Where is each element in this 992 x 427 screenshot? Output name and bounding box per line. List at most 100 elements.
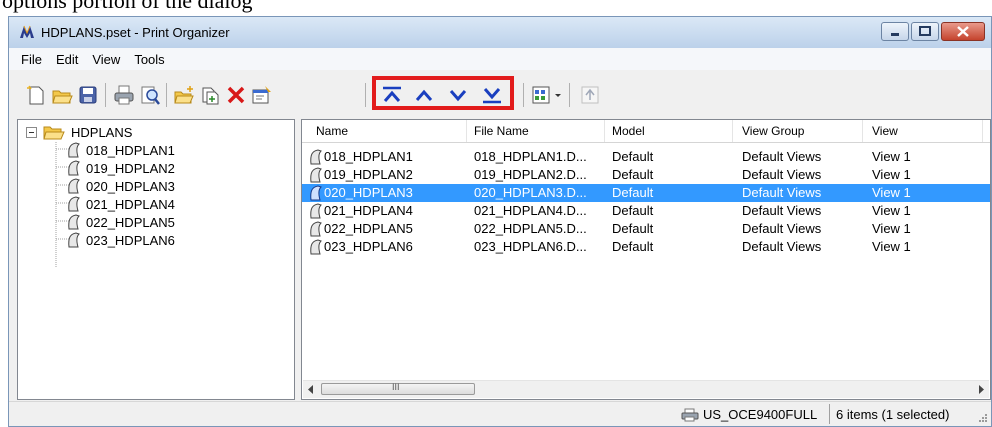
menu-view[interactable]: View bbox=[92, 52, 120, 67]
close-button[interactable] bbox=[941, 22, 985, 41]
sheet-icon bbox=[68, 160, 80, 176]
print-icon[interactable] bbox=[113, 84, 135, 106]
save-icon[interactable] bbox=[77, 84, 99, 106]
printer-name: US_OCE9400FULL bbox=[703, 407, 818, 422]
toolbar bbox=[9, 71, 991, 117]
cell-file-name: 018_HDPLAN1.D... bbox=[474, 149, 587, 164]
column-header-model[interactable]: Model bbox=[612, 124, 645, 138]
scroll-left-icon[interactable] bbox=[307, 385, 315, 394]
chevron-down-icon[interactable] bbox=[553, 84, 563, 106]
table-row[interactable]: 019_HDPLAN2 019_HDPLAN2.D... Default Def… bbox=[302, 166, 990, 184]
sheet-icon bbox=[68, 142, 80, 158]
column-header-name[interactable]: Name bbox=[316, 124, 348, 138]
minimize-icon bbox=[891, 33, 899, 36]
status-bar: US_OCE9400FULL 6 items (1 selected) bbox=[9, 401, 991, 426]
list-header: Name File Name Model View Group View bbox=[302, 120, 990, 143]
print-organizer-window: HDPLANS.pset - Print Organizer File Edit… bbox=[8, 16, 992, 427]
menu-edit[interactable]: Edit bbox=[56, 52, 78, 67]
table-row[interactable]: 022_HDPLAN5 022_HDPLAN5.D... Default Def… bbox=[302, 220, 990, 238]
cell-view: View 1 bbox=[872, 185, 911, 200]
cell-model: Default bbox=[612, 221, 654, 236]
cell-file-name: 021_HDPLAN4.D... bbox=[474, 203, 587, 218]
table-row[interactable]: 018_HDPLAN1 018_HDPLAN1.D... Default Def… bbox=[302, 148, 990, 166]
add-file-icon[interactable] bbox=[199, 84, 221, 106]
menu-tools[interactable]: Tools bbox=[134, 52, 164, 67]
view-mode-icon[interactable] bbox=[531, 84, 553, 106]
table-row[interactable]: 021_HDPLAN4 021_HDPLAN4.D... Default Def… bbox=[302, 202, 990, 220]
sheet-icon bbox=[310, 185, 322, 201]
cell-view: View 1 bbox=[872, 239, 911, 254]
up-level-icon[interactable] bbox=[579, 84, 601, 106]
list-pane: Name File Name Model View Group View 018… bbox=[301, 119, 991, 400]
delete-icon[interactable] bbox=[225, 84, 247, 106]
minimize-button[interactable] bbox=[881, 22, 909, 41]
caption-text: options portion of the dialog bbox=[2, 0, 253, 13]
item-count: 6 items (1 selected) bbox=[836, 407, 950, 422]
sheet-icon bbox=[310, 221, 322, 237]
horizontal-scrollbar[interactable]: III bbox=[303, 380, 989, 398]
menu-bar: File Edit View Tools bbox=[9, 48, 991, 70]
cell-model: Default bbox=[612, 203, 654, 218]
add-folder-icon[interactable] bbox=[173, 84, 195, 106]
cell-name: 018_HDPLAN1 bbox=[324, 149, 413, 164]
tree-item[interactable]: 023_HDPLAN6 bbox=[66, 231, 175, 249]
sheet-icon bbox=[310, 203, 322, 219]
maximize-button[interactable] bbox=[911, 22, 939, 41]
menu-file[interactable]: File bbox=[21, 52, 42, 67]
printer-icon bbox=[681, 408, 699, 421]
cell-model: Default bbox=[612, 239, 654, 254]
tree-item[interactable]: 022_HDPLAN5 bbox=[66, 213, 175, 231]
scroll-right-icon[interactable] bbox=[977, 385, 985, 394]
cell-name: 021_HDPLAN4 bbox=[324, 203, 413, 218]
sheet-icon bbox=[68, 178, 80, 194]
cell-file-name: 020_HDPLAN3.D... bbox=[474, 185, 587, 200]
tree-item[interactable]: 018_HDPLAN1 bbox=[66, 141, 175, 159]
window-title: HDPLANS.pset - Print Organizer bbox=[41, 25, 230, 40]
scroll-thumb[interactable]: III bbox=[321, 382, 475, 395]
title-bar[interactable]: HDPLANS.pset - Print Organizer bbox=[9, 17, 991, 49]
tree-item-label: 022_HDPLAN5 bbox=[86, 214, 175, 230]
column-header-view-group[interactable]: View Group bbox=[742, 124, 804, 138]
cell-file-name: 022_HDPLAN5.D... bbox=[474, 221, 587, 236]
table-row[interactable]: 023_HDPLAN6 023_HDPLAN6.D... Default Def… bbox=[302, 238, 990, 256]
tree-item-label: 018_HDPLAN1 bbox=[86, 142, 175, 158]
cell-view: View 1 bbox=[872, 167, 911, 182]
cell-model: Default bbox=[612, 185, 654, 200]
cell-name: 022_HDPLAN5 bbox=[324, 221, 413, 236]
sheet-icon bbox=[68, 232, 80, 248]
tree-item[interactable]: 019_HDPLAN2 bbox=[66, 159, 175, 177]
scroll-grip-mark: III bbox=[392, 382, 400, 392]
cell-view-group: Default Views bbox=[742, 221, 822, 236]
tree-item-label: 023_HDPLAN6 bbox=[86, 232, 175, 248]
table-row-selected[interactable]: 020_HDPLAN3 020_HDPLAN3.D... Default Def… bbox=[302, 184, 990, 202]
properties-icon[interactable] bbox=[251, 84, 273, 106]
print-preview-icon[interactable] bbox=[139, 84, 161, 106]
cell-view-group: Default Views bbox=[742, 185, 822, 200]
cell-view: View 1 bbox=[872, 203, 911, 218]
tree-item-label: 020_HDPLAN3 bbox=[86, 178, 175, 194]
cell-view-group: Default Views bbox=[742, 149, 822, 164]
sheet-icon bbox=[310, 149, 322, 165]
column-header-view[interactable]: View bbox=[872, 124, 898, 138]
cell-name: 020_HDPLAN3 bbox=[324, 185, 413, 200]
cell-view-group: Default Views bbox=[742, 239, 822, 254]
tree-item[interactable]: 020_HDPLAN3 bbox=[66, 177, 175, 195]
microstation-icon bbox=[20, 25, 34, 38]
new-icon[interactable] bbox=[25, 84, 47, 106]
tree-root[interactable]: HDPLANS bbox=[26, 124, 132, 140]
cell-name: 019_HDPLAN2 bbox=[324, 167, 413, 182]
sheet-icon bbox=[68, 196, 80, 212]
tree-item[interactable]: 021_HDPLAN4 bbox=[66, 195, 175, 213]
column-header-file-name[interactable]: File Name bbox=[474, 124, 529, 138]
maximize-icon bbox=[919, 26, 931, 36]
tree-pane: HDPLANS 018_HDPLAN1 019_HDPLAN2 020_HDPL… bbox=[17, 119, 295, 400]
collapse-icon[interactable] bbox=[26, 126, 37, 138]
open-folder-icon[interactable] bbox=[51, 84, 73, 106]
cell-view-group: Default Views bbox=[742, 203, 822, 218]
tree-item-label: 019_HDPLAN2 bbox=[86, 160, 175, 176]
cell-file-name: 019_HDPLAN2.D... bbox=[474, 167, 587, 182]
cell-model: Default bbox=[612, 149, 654, 164]
sheet-icon bbox=[68, 214, 80, 230]
resize-grip-icon[interactable] bbox=[978, 413, 988, 423]
close-icon bbox=[957, 26, 969, 37]
